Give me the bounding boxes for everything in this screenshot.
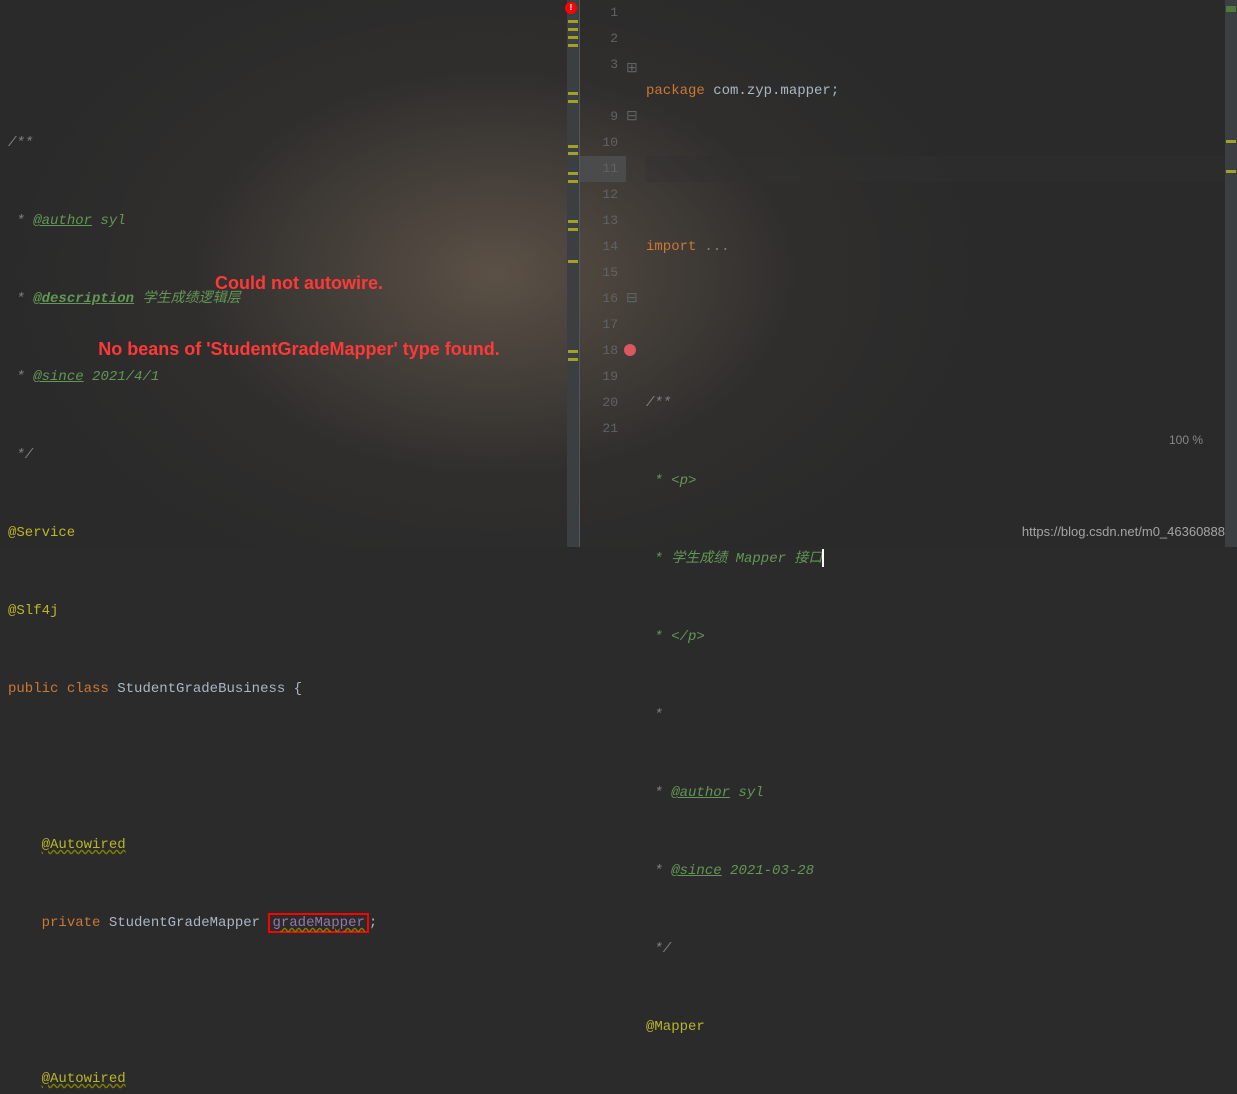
- fold-minus-icon[interactable]: ⊟: [626, 108, 638, 125]
- right-gutter: ⊞ ⊟ ⊟: [626, 0, 646, 547]
- autowire-error-overlay: Could not autowire. No beans of 'Student…: [54, 228, 544, 404]
- breakpoint-icon[interactable]: [624, 344, 636, 356]
- text-cursor: [822, 549, 824, 567]
- watermark-text: https://blog.csdn.net/m0_46360888: [1022, 524, 1225, 539]
- service-annotation: @Service: [8, 525, 75, 541]
- editor-left-pane: /** * @author syl * @description 学生成绩逻辑层…: [0, 0, 580, 547]
- fold-plus-icon[interactable]: ⊞: [626, 60, 638, 77]
- right-code-area[interactable]: package com.zyp.mapper; import ... /** *…: [646, 0, 1237, 547]
- slf4j-annotation: @Slf4j: [8, 603, 58, 619]
- javadoc-open: /**: [8, 130, 579, 156]
- left-code-area[interactable]: /** * @author syl * @description 学生成绩逻辑层…: [0, 0, 579, 547]
- error-indicator-icon[interactable]: !: [565, 2, 577, 14]
- right-minimap[interactable]: [1225, 0, 1237, 547]
- zoom-level: 100 %: [1169, 433, 1203, 447]
- right-line-numbers: 1 2 3 9 10 11 12 13 14 15 16 17 18 19 20…: [580, 0, 626, 547]
- fold-minus-icon[interactable]: ⊟: [626, 290, 638, 307]
- left-minimap[interactable]: [567, 0, 579, 547]
- grademapper-field[interactable]: gradeMapper: [272, 915, 364, 931]
- mapper-annotation: @Mapper: [646, 1019, 705, 1035]
- editor-right-pane: 1 2 3 9 10 11 12 13 14 15 16 17 18 19 20…: [580, 0, 1237, 547]
